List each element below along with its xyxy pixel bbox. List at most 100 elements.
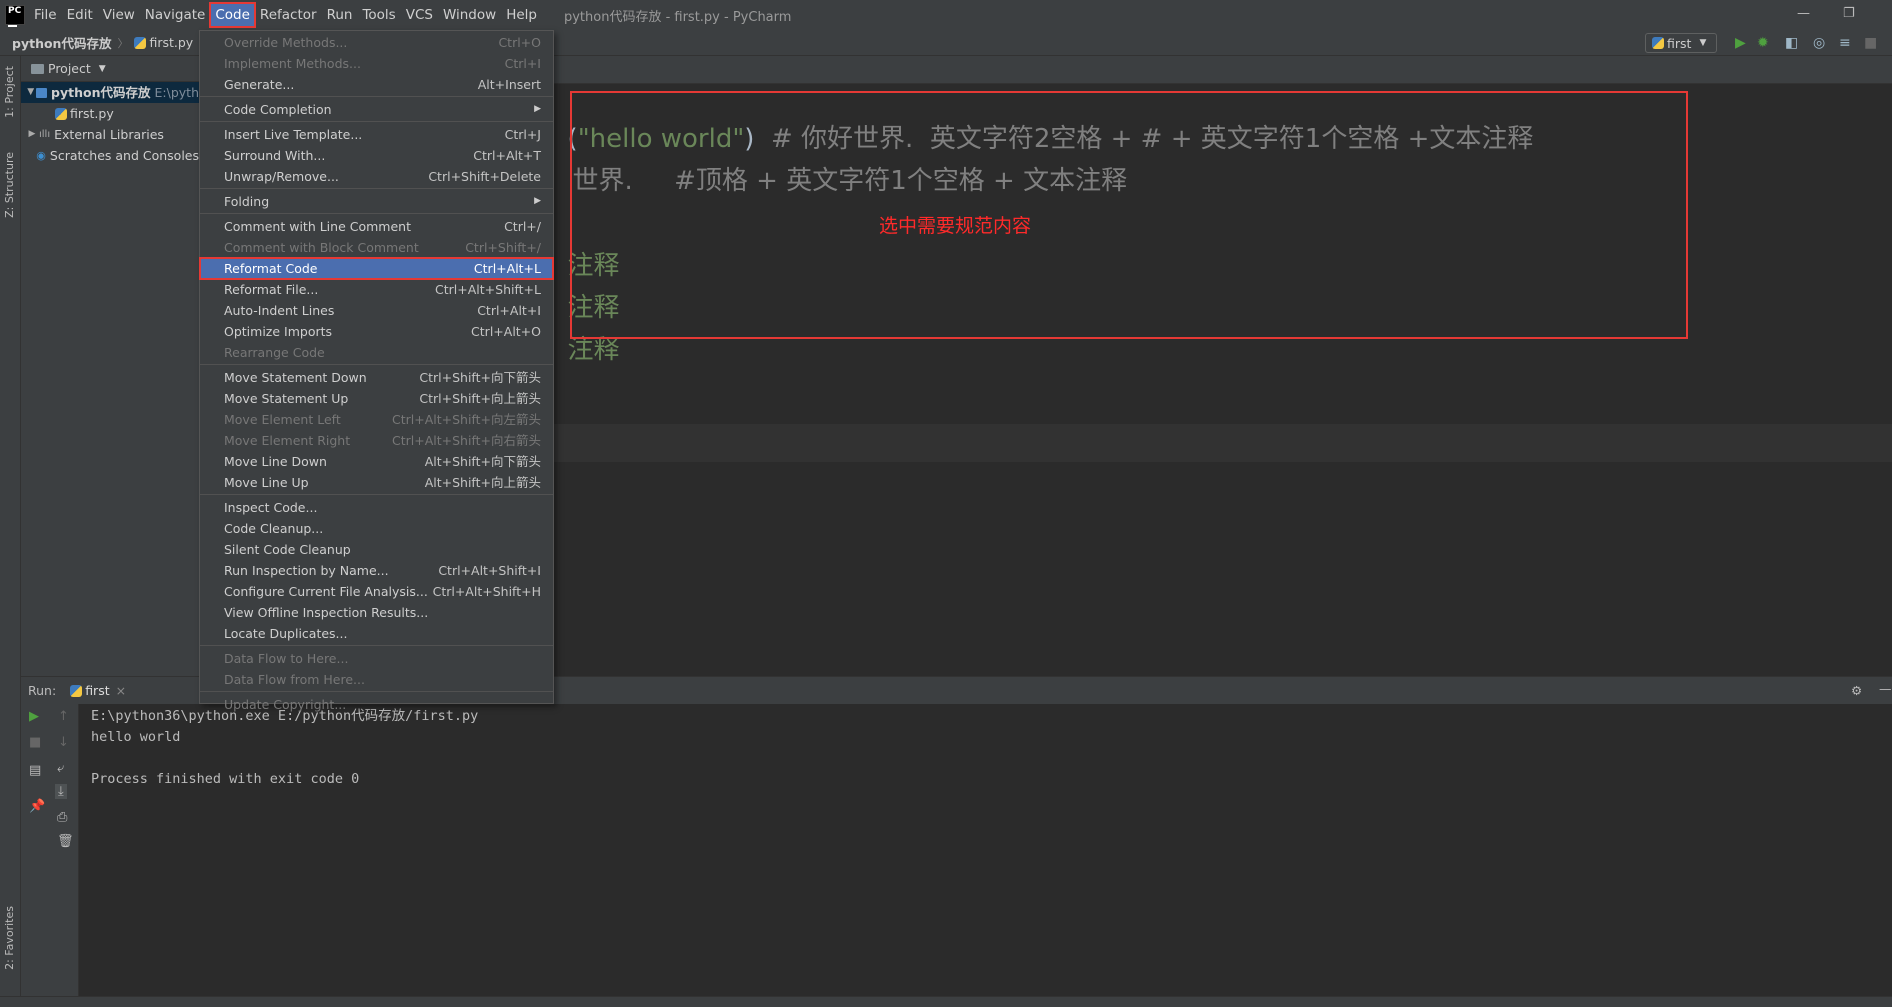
menu-item-code-cleanup[interactable]: Code Cleanup... [200, 518, 553, 539]
coverage-icon[interactable]: ◧ [1785, 35, 1798, 51]
menu-item-comment-with-block-comment[interactable]: Comment with Block Comment Ctrl+Shift+/ [200, 237, 553, 258]
menu-item-move-statement-up[interactable]: Move Statement Up Ctrl+Shift+向上箭头 [200, 388, 553, 409]
build-icon[interactable]: ≡ [1839, 35, 1851, 51]
chevron-down-icon: ▼ [1699, 38, 1707, 48]
menu-item-update-copyright[interactable]: Update Copyright... [200, 694, 553, 715]
project-panel-title: Project [48, 61, 91, 76]
menu-item-reformat-file[interactable]: Reformat File... Ctrl+Alt+Shift+L [200, 279, 553, 300]
menu-item-shortcut: Ctrl+Shift+向上箭头 [419, 391, 541, 406]
menu-help[interactable]: Help [501, 3, 542, 27]
menu-bar: File Edit View Navigate Code Refactor Run Tools… [29, 0, 542, 30]
menu-item-rearrange-code[interactable]: Rearrange Code [200, 342, 553, 363]
menu-item-shortcut: Ctrl+Alt+O [471, 324, 541, 339]
menu-item-comment-with-line-comment[interactable]: Comment with Line Comment Ctrl+/ [200, 216, 553, 237]
menu-item-surround-with[interactable]: Surround With... Ctrl+Alt+T [200, 145, 553, 166]
menu-item-label: Move Statement Down [224, 370, 367, 385]
menu-item-reformat-code[interactable]: Reformat Code Ctrl+Alt+L [199, 257, 554, 280]
scroll-to-end-icon[interactable]: ⤓ [55, 784, 67, 799]
trash-icon[interactable]: 🗑 [57, 834, 74, 849]
run-icon[interactable]: ▶ [1735, 35, 1746, 51]
tree-item[interactable]: ▶ ıllı External Libraries [21, 124, 199, 145]
menu-item-auto-indent-lines[interactable]: Auto-Indent Lines Ctrl+Alt+I [200, 300, 553, 321]
submenu-arrow-icon: ▶ [534, 104, 541, 114]
menu-item-move-statement-down[interactable]: Move Statement Down Ctrl+Shift+向下箭头 [200, 367, 553, 388]
menu-item-label: Optimize Imports [224, 324, 333, 339]
menu-window[interactable]: Window [438, 3, 501, 27]
minimize-icon[interactable]: — [1797, 6, 1810, 21]
menu-item-shortcut: Ctrl+Alt+T [473, 148, 541, 163]
rerun-icon[interactable]: ▶ [29, 709, 39, 724]
menu-item-move-line-down[interactable]: Move Line Down Alt+Shift+向下箭头 [200, 451, 553, 472]
menu-item-unwrap-remove[interactable]: Unwrap/Remove... Ctrl+Shift+Delete [200, 166, 553, 187]
breadcrumb-separator-icon: 〉 [117, 36, 129, 50]
menu-item-run-inspection-by-name[interactable]: Run Inspection by Name... Ctrl+Alt+Shift+… [200, 560, 553, 581]
menu-item-view-offline-inspection-results[interactable]: View Offline Inspection Results... [200, 602, 553, 623]
menu-item-label: Move Element Left [224, 412, 341, 427]
menu-item-data-flow-to-here[interactable]: Data Flow to Here... [200, 648, 553, 669]
menu-item-label: Comment with Block Comment [224, 240, 419, 255]
stop-icon[interactable]: ■ [1864, 35, 1877, 51]
run-tab-first[interactable]: first × [70, 683, 126, 698]
run-console[interactable]: E:\python36\python.exe E:/python代码存放/fir… [80, 704, 1892, 996]
menu-navigate[interactable]: Navigate [140, 3, 211, 27]
stop-icon[interactable]: ■ [29, 735, 41, 750]
debug-icon[interactable]: ✹ [1757, 35, 1769, 51]
menu-view[interactable]: View [98, 3, 140, 27]
project-panel-header[interactable]: Project ▼ [21, 56, 199, 82]
tree-item[interactable]: first.py [21, 103, 199, 124]
menu-file[interactable]: File [29, 3, 62, 27]
restore-icon[interactable]: ❐ [1843, 6, 1855, 21]
down-arrow-icon[interactable]: ↓ [58, 735, 69, 750]
menu-refactor[interactable]: Refactor [255, 3, 322, 27]
print-icon[interactable]: ⎙ [57, 810, 67, 825]
structure-tool-tab[interactable]: Z: Structure [3, 152, 16, 218]
tree-item[interactable]: ◉ Scratches and Consoles [21, 145, 199, 166]
menu-item-folding[interactable]: Folding ▶ [200, 191, 553, 212]
menu-item-implement-methods[interactable]: Implement Methods... Ctrl+I [200, 53, 553, 74]
submenu-arrow-icon: ▶ [534, 196, 541, 206]
menu-item-code-completion[interactable]: Code Completion ▶ [200, 99, 553, 120]
menu-code[interactable]: Code [209, 2, 256, 28]
breadcrumb-project[interactable]: python代码存放 [12, 33, 111, 52]
tree-item[interactable]: ▼ python代码存放 E:\pyth [21, 82, 199, 103]
run-tab-label: first [85, 683, 110, 698]
chevron-down-icon: ▼ [98, 63, 106, 74]
menu-item-silent-code-cleanup[interactable]: Silent Code Cleanup [200, 539, 553, 560]
soft-wrap-icon[interactable]: ⤶ [57, 761, 64, 776]
menu-item-shortcut: Ctrl+J [504, 127, 541, 142]
menu-item-move-element-left[interactable]: Move Element Left Ctrl+Alt+Shift+向左箭头 [200, 409, 553, 430]
menu-item-locate-duplicates[interactable]: Locate Duplicates... [200, 623, 553, 644]
menu-item-override-methods[interactable]: Override Methods... Ctrl+O [200, 32, 553, 53]
menu-run[interactable]: Run [322, 3, 358, 27]
gear-icon[interactable]: ⚙ [1851, 683, 1862, 698]
menu-item-shortcut: Ctrl+Alt+Shift+H [432, 584, 541, 599]
menu-item-label: Code Completion [224, 102, 332, 117]
menu-item-insert-live-template[interactable]: Insert Live Template... Ctrl+J [200, 124, 553, 145]
menu-item-inspect-code[interactable]: Inspect Code... [200, 497, 553, 518]
pin-icon[interactable]: 📌 [29, 799, 45, 814]
menu-tools[interactable]: Tools [357, 3, 400, 27]
menu-item-label: Auto-Indent Lines [224, 303, 335, 318]
menu-item-generate[interactable]: Generate... Alt+Insert [200, 74, 553, 95]
close-icon[interactable]: × [116, 683, 126, 698]
menu-item-data-flow-from-here[interactable]: Data Flow from Here... [200, 669, 553, 690]
menu-item-configure-current-file-analysis[interactable]: Configure Current File Analysis... Ctrl+A… [200, 581, 553, 602]
menu-item-move-line-up[interactable]: Move Line Up Alt+Shift+向上箭头 [200, 472, 553, 493]
menu-edit[interactable]: Edit [62, 3, 98, 27]
menu-item-move-element-right[interactable]: Move Element Right Ctrl+Alt+Shift+向右箭头 [200, 430, 553, 451]
chevron-down-icon[interactable]: ▼ [25, 82, 36, 103]
menu-item-label: Insert Live Template... [224, 127, 363, 142]
hide-panel-icon[interactable]: — [1879, 681, 1892, 696]
layout-icon[interactable]: ▤ [29, 763, 41, 778]
favorites-tool-tab[interactable]: 2: Favorites [3, 906, 16, 970]
project-tool-tab[interactable]: 1: Project [3, 66, 16, 118]
breadcrumb-file[interactable]: first.py [149, 35, 193, 50]
run-configuration-select[interactable]: first ▼ [1645, 33, 1717, 53]
menu-item-shortcut: Ctrl+I [504, 56, 541, 71]
profile-icon[interactable]: ◎ [1813, 35, 1825, 51]
project-panel: Project ▼ ▼ python代码存放 E:\pyth first.py ▶ ıll… [21, 56, 199, 676]
chevron-right-icon[interactable]: ▶ [25, 124, 39, 145]
menu-vcs[interactable]: VCS [401, 3, 438, 27]
up-arrow-icon[interactable]: ↑ [58, 709, 69, 724]
menu-item-optimize-imports[interactable]: Optimize Imports Ctrl+Alt+O [200, 321, 553, 342]
